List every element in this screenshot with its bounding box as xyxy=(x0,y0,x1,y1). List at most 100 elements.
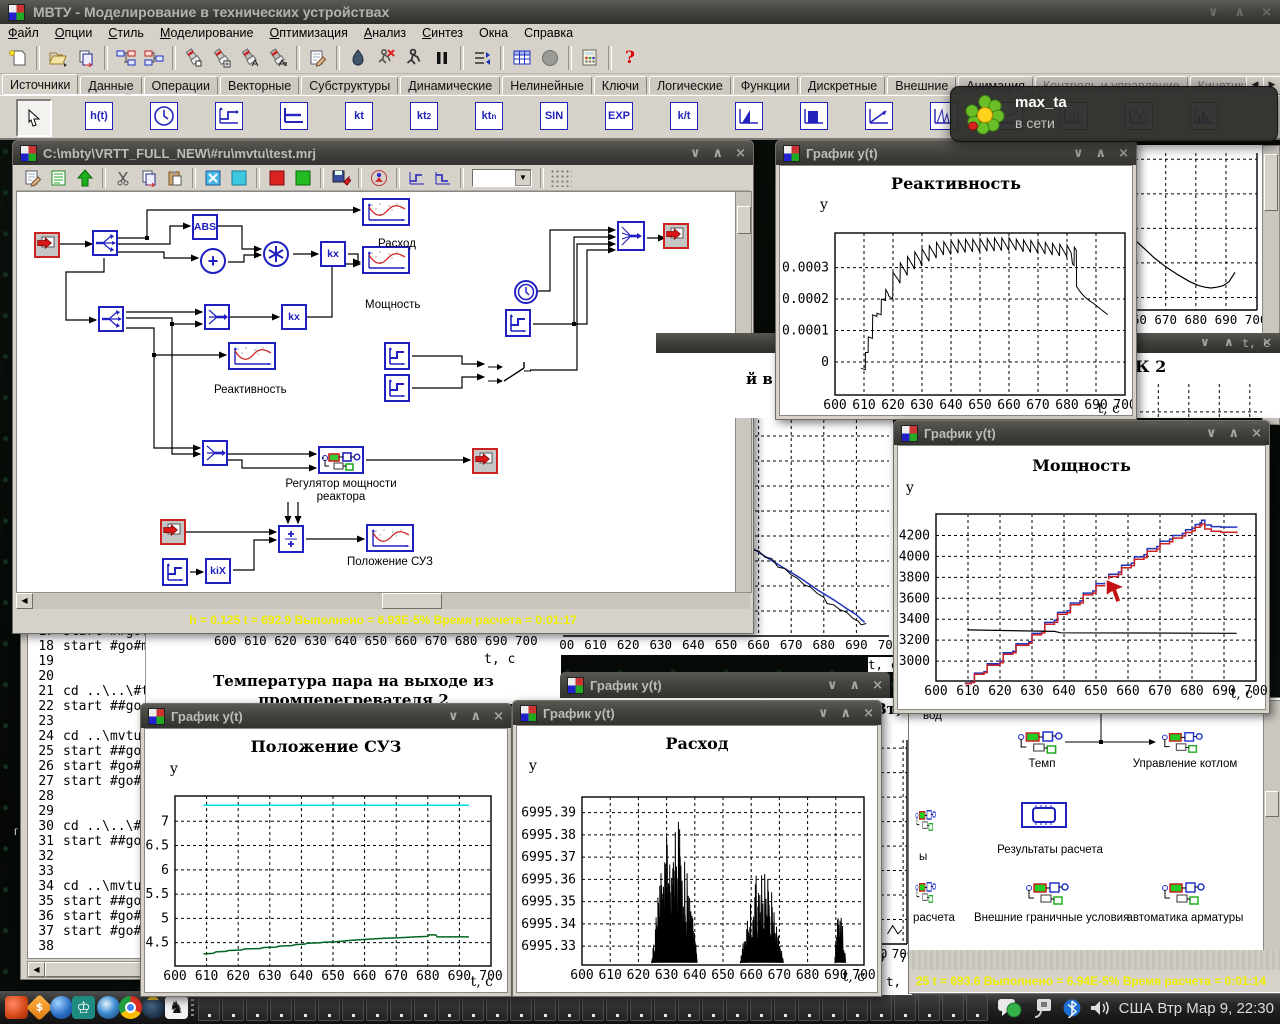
launcher-swirl-icon[interactable] xyxy=(5,996,28,1019)
maximize-icon[interactable]: ∧ xyxy=(713,146,724,161)
palette-block-SIN-icon[interactable]: SIN xyxy=(540,102,568,130)
model-diagram-window[interactable]: C:\mbty\VRTT_FULL_NEW\#ru\mvtu\test.mrj … xyxy=(12,140,754,634)
block-gain-ki[interactable]: kiX xyxy=(205,558,231,584)
maximize-icon[interactable]: ∧ xyxy=(850,678,861,693)
taskbar-window-button[interactable] xyxy=(894,994,916,1021)
palette-block-h(t)-icon[interactable]: h(t) xyxy=(85,102,113,130)
scroll-left-icon[interactable]: ◀ xyxy=(16,593,33,609)
maximize-icon[interactable]: ∧ xyxy=(1224,335,1234,349)
minimize-icon[interactable]: ∨ xyxy=(690,146,701,161)
taskbar-window-button[interactable] xyxy=(918,994,940,1021)
diagram-titlebar[interactable]: C:\mbty\VRTT_FULL_NEW\#ru\mvtu\test.mrj … xyxy=(13,141,753,165)
plot-window-rashod[interactable]: График y(t) ∨∧× Расход y 600610620630640… xyxy=(512,700,882,997)
close-icon[interactable]: × xyxy=(863,706,874,721)
tab-Ключи[interactable]: Ключи xyxy=(594,76,647,94)
taskbar-window-button[interactable] xyxy=(942,994,964,1021)
taskbar-window-button[interactable] xyxy=(966,994,988,1021)
table-icon[interactable] xyxy=(509,45,535,71)
savearr-icon[interactable] xyxy=(329,166,353,190)
block-plot-rashod[interactable] xyxy=(362,198,410,226)
calc-icon[interactable] xyxy=(577,45,603,71)
palette-block-EXP-icon[interactable]: EXP xyxy=(605,102,633,130)
cut-icon[interactable] xyxy=(111,166,135,190)
palette-block-kt-icon[interactable]: ktn xyxy=(475,102,503,130)
flash2-icon[interactable] xyxy=(209,45,235,71)
new-icon[interactable] xyxy=(5,45,31,71)
tab-Нелинейные[interactable]: Нелинейные xyxy=(502,76,592,94)
menu-3[interactable]: Стиль xyxy=(100,24,152,40)
maximize-icon[interactable]: ∧ xyxy=(1229,426,1240,441)
grid-icon[interactable] xyxy=(549,166,573,190)
block-mux-2[interactable] xyxy=(202,440,228,466)
block-switch[interactable] xyxy=(486,357,532,389)
params-icon[interactable] xyxy=(469,45,495,71)
b2-block-avt[interactable] xyxy=(1161,880,1207,906)
network-icon[interactable] xyxy=(1031,997,1055,1019)
volume-icon[interactable] xyxy=(1089,998,1111,1018)
menu-8[interactable]: Окна xyxy=(471,24,516,40)
close-icon[interactable]: × xyxy=(493,709,504,724)
block-step-d[interactable] xyxy=(505,309,531,337)
chat-icon[interactable] xyxy=(997,996,1023,1020)
minimize-icon[interactable]: ∨ xyxy=(1200,335,1210,349)
close-icon[interactable]: × xyxy=(872,678,883,693)
palette-block-saw-icon[interactable] xyxy=(735,102,763,130)
flash4-icon[interactable] xyxy=(265,45,291,71)
note2-icon[interactable] xyxy=(21,166,45,190)
tab-Субструктуры[interactable]: Субструктуры xyxy=(301,76,398,94)
block-output-file-1[interactable] xyxy=(472,448,498,474)
menu-2[interactable]: Опции xyxy=(47,24,101,40)
s1-icon[interactable] xyxy=(405,166,429,190)
launcher-chess-king-icon[interactable]: ♔ xyxy=(72,996,95,1019)
palette-block-clock-icon[interactable] xyxy=(150,102,178,130)
bluetooth-icon[interactable] xyxy=(1063,998,1081,1018)
close-icon[interactable]: × xyxy=(1262,335,1272,349)
flash1-icon[interactable] xyxy=(181,45,207,71)
block-gain-2[interactable]: kx xyxy=(281,304,307,330)
b2-block-chip[interactable] xyxy=(1021,802,1067,828)
maximize-icon[interactable]: ∧ xyxy=(1096,146,1107,161)
export-icon[interactable] xyxy=(73,45,99,71)
tab-Внешние[interactable]: Внешние xyxy=(887,76,956,94)
diagram-vscroll-thumb[interactable] xyxy=(737,206,751,234)
block-sum[interactable]: + xyxy=(200,248,226,274)
maximize-icon[interactable]: ∧ xyxy=(471,709,482,724)
main-titlebar[interactable]: МВТУ - Моделирование в технических устро… xyxy=(0,0,1280,24)
b2-block-partial1[interactable] xyxy=(915,808,937,832)
bg-right-vscroll-thumb[interactable] xyxy=(1264,154,1278,211)
diagram-hscroll-thumb[interactable] xyxy=(382,593,442,609)
minimize-icon[interactable]: ∨ xyxy=(448,709,459,724)
icq-notification[interactable]: max_ta в сети xyxy=(950,86,1278,142)
diagram-hscrollbar[interactable]: ◀ xyxy=(16,592,750,609)
b2-block-upr[interactable] xyxy=(1161,730,1205,754)
menu-9[interactable]: Справка xyxy=(516,24,581,40)
help-icon[interactable]: ? xyxy=(617,45,643,71)
green-icon[interactable] xyxy=(291,166,315,190)
tab-Операции[interactable]: Операции xyxy=(144,76,218,94)
block-sum-2[interactable] xyxy=(278,525,304,553)
b2-vscroll-thumb[interactable] xyxy=(1265,791,1279,817)
block-mux-4in[interactable] xyxy=(617,221,645,251)
oil-icon[interactable] xyxy=(345,45,371,71)
palette-block-kt-icon[interactable]: kt xyxy=(345,102,373,130)
b2-block-vgu[interactable] xyxy=(1025,880,1071,906)
tree2-icon[interactable] xyxy=(141,45,167,71)
cyan-icon[interactable] xyxy=(227,166,251,190)
paste-icon[interactable] xyxy=(163,166,187,190)
minimize-icon[interactable]: ∨ xyxy=(1208,5,1219,20)
block-plot-moshnost[interactable] xyxy=(362,246,410,274)
launcher-chrome-icon[interactable] xyxy=(119,996,142,1019)
block-demux-2[interactable] xyxy=(98,306,124,332)
menu-1[interactable]: Файл xyxy=(0,24,47,40)
stop-icon[interactable] xyxy=(537,45,563,71)
up-icon[interactable] xyxy=(73,166,97,190)
b2-block-temp[interactable] xyxy=(1017,729,1065,755)
run-icon[interactable] xyxy=(401,45,427,71)
taskbar-clock[interactable]: США Втр Мар 9, 22:30 xyxy=(1119,1000,1274,1017)
palette-block-k/t-icon[interactable]: k/t xyxy=(670,102,698,130)
block-step-b[interactable] xyxy=(384,342,410,370)
plot-titlebar[interactable]: График y(t) ∨∧× xyxy=(894,421,1269,445)
copy-icon[interactable] xyxy=(137,166,161,190)
plot-window-moshnost[interactable]: График y(t) ∨∧× Мощность y 6006106206306… xyxy=(893,420,1270,714)
boiler-diagram-window[interactable]: вод Темп Управление котлом Результаты ра… xyxy=(908,697,1280,994)
